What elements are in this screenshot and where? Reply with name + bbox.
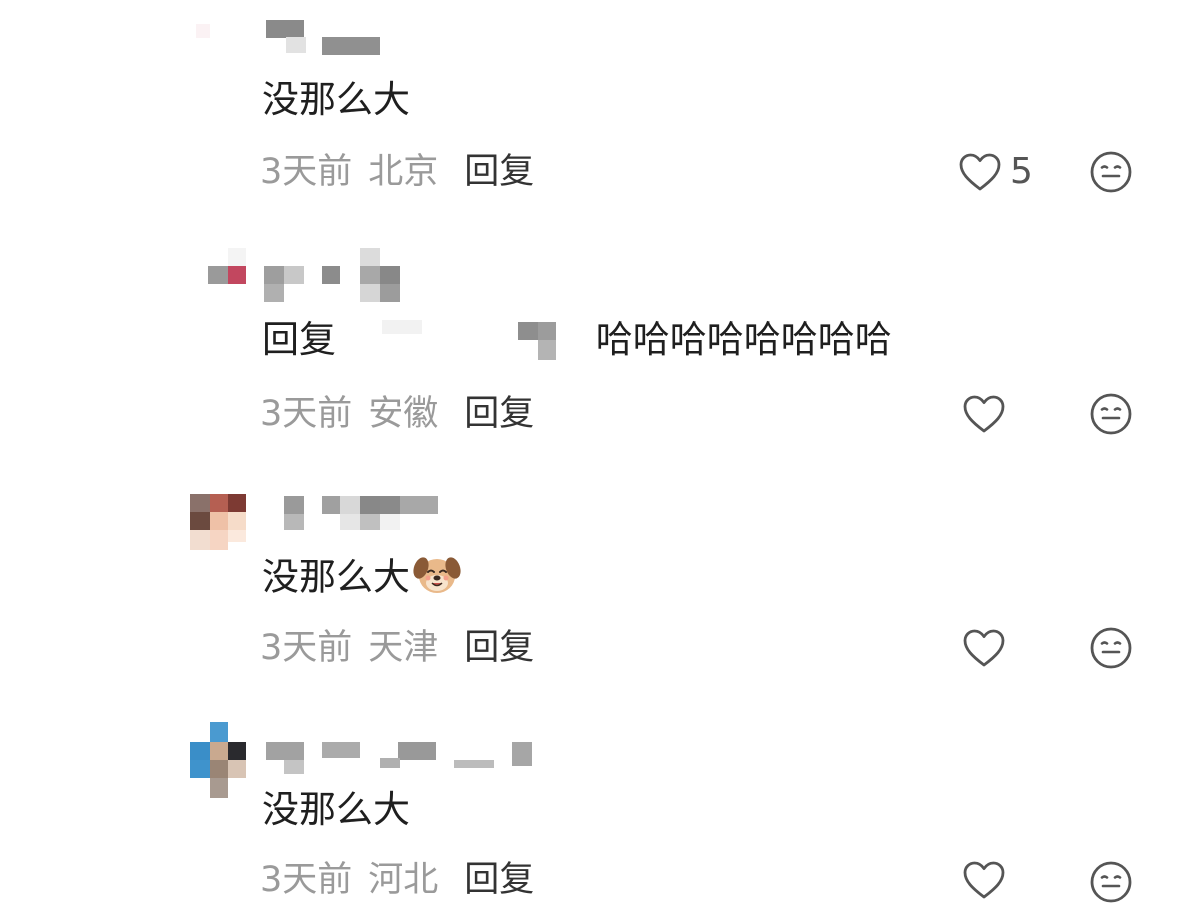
dislike-button[interactable] bbox=[1089, 150, 1133, 194]
comment-text: 回复 哈哈哈哈哈哈哈哈 bbox=[262, 318, 892, 362]
comment-item: 没那么大 3天前 北京 回复 5 bbox=[0, 0, 1200, 210]
comment-location: 天津 bbox=[368, 628, 439, 668]
reply-button[interactable]: 回复 bbox=[464, 394, 534, 434]
avatar[interactable] bbox=[190, 492, 246, 550]
comment-meta: 3天前 安徽 回复 bbox=[260, 392, 534, 436]
dog-emoji-icon bbox=[412, 550, 462, 600]
dislike-button[interactable] bbox=[1089, 626, 1133, 670]
comment-meta: 3天前 北京 回复 bbox=[260, 150, 534, 194]
reply-button[interactable]: 回复 bbox=[464, 152, 534, 192]
comment-item: 回复 哈哈哈哈哈哈哈哈 3天前 安徽 回复 bbox=[0, 230, 1200, 450]
reply-prefix: 回复 bbox=[262, 318, 336, 361]
like-button[interactable] bbox=[962, 392, 1008, 436]
neutral-face-icon bbox=[1090, 393, 1132, 435]
reply-button[interactable]: 回复 bbox=[464, 860, 534, 900]
like-button[interactable] bbox=[958, 150, 1004, 194]
comment-item: 没那么大 3天前 河北 回复 bbox=[0, 700, 1200, 913]
dislike-button[interactable] bbox=[1089, 860, 1133, 904]
comment-text: 没那么大 bbox=[262, 788, 410, 831]
neutral-face-icon bbox=[1090, 861, 1132, 903]
comment-meta: 3天前 天津 回复 bbox=[260, 626, 534, 670]
avatar[interactable] bbox=[190, 10, 246, 66]
comment-time: 3天前 bbox=[260, 394, 353, 434]
comment-item: 没那么大 3天前 天津 回复 bbox=[0, 470, 1200, 690]
comment-body: 哈哈哈哈哈哈哈哈 bbox=[595, 318, 892, 361]
comment-location: 河北 bbox=[368, 860, 439, 900]
avatar[interactable] bbox=[190, 244, 246, 300]
comment-body: 没那么大 bbox=[262, 555, 410, 599]
username-pixelated[interactable] bbox=[262, 736, 582, 786]
comment-location: 安徽 bbox=[368, 394, 439, 434]
heart-outline-icon bbox=[963, 629, 1005, 667]
heart-outline-icon bbox=[963, 395, 1005, 433]
neutral-face-icon bbox=[1090, 627, 1132, 669]
comment-time: 3天前 bbox=[260, 628, 353, 668]
username-pixelated[interactable] bbox=[262, 244, 582, 302]
reply-button[interactable]: 回复 bbox=[464, 628, 534, 668]
like-button[interactable] bbox=[962, 626, 1008, 670]
heart-outline-icon bbox=[959, 153, 1001, 191]
username-pixelated[interactable] bbox=[262, 15, 582, 65]
dislike-button[interactable] bbox=[1089, 392, 1133, 436]
comment-meta: 3天前 河北 回复 bbox=[260, 858, 534, 902]
comment-time: 3天前 bbox=[260, 860, 353, 900]
like-count: 5 bbox=[1010, 151, 1033, 192]
like-button[interactable] bbox=[962, 858, 1008, 902]
username-pixelated[interactable] bbox=[262, 492, 582, 542]
heart-outline-icon bbox=[963, 861, 1005, 899]
comment-time: 3天前 bbox=[260, 152, 353, 192]
comment-text: 没那么大 bbox=[262, 554, 462, 604]
neutral-face-icon bbox=[1090, 151, 1132, 193]
comment-text: 没那么大 bbox=[262, 78, 410, 121]
mention-pixelated[interactable] bbox=[348, 318, 596, 362]
comment-location: 北京 bbox=[368, 152, 439, 192]
avatar[interactable] bbox=[190, 722, 246, 798]
